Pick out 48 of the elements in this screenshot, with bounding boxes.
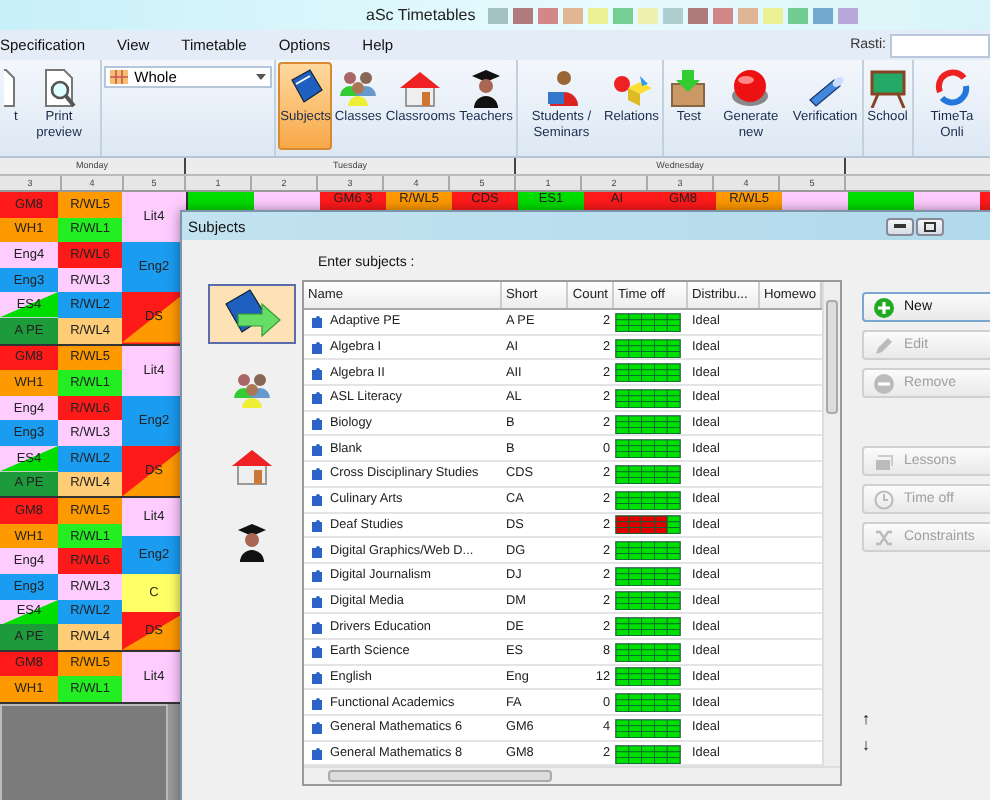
- house-icon: [398, 68, 443, 108]
- window-title: aSc Timetables: [366, 6, 476, 24]
- round-button-icon: [730, 68, 771, 108]
- people-icon: [232, 370, 272, 410]
- grid-icon: [110, 70, 129, 84]
- minimize-icon: [894, 224, 906, 228]
- search-field[interactable]: [890, 33, 990, 57]
- book-arrow-icon: [222, 288, 282, 340]
- box-arrow-icon: [668, 68, 709, 108]
- time-off-grid-drawing[interactable]: [614, 692, 682, 713]
- stack-icon: [874, 451, 894, 471]
- caret-icon: [256, 74, 267, 80]
- time-off-grid-drawing[interactable]: [614, 666, 682, 687]
- minimize-button[interactable]: [886, 217, 914, 235]
- time-off-grid-drawing[interactable]: [614, 590, 682, 611]
- graduate-icon: [468, 68, 505, 108]
- house-icon: [230, 446, 274, 486]
- time-off-grid-drawing[interactable]: [614, 565, 682, 586]
- time-off-grid-drawing[interactable]: [614, 463, 682, 484]
- minus-circle-icon: [874, 373, 894, 393]
- people-icon: [338, 68, 379, 108]
- time-off-grid-drawing[interactable]: [614, 311, 682, 332]
- time-off-grid-drawing[interactable]: [614, 438, 682, 459]
- move-button[interactable]: ↓: [862, 736, 878, 754]
- time-off-grid-drawing[interactable]: [614, 717, 682, 738]
- chalkboard-icon: [867, 68, 908, 108]
- arrows-circle-icon: [931, 68, 972, 108]
- graduate-icon: [234, 522, 270, 562]
- move-button[interactable]: ↑: [862, 710, 878, 728]
- time-off-grid-drawing[interactable]: [614, 413, 682, 434]
- horizontal-scrollbar[interactable]: [304, 766, 840, 784]
- magnifier-document-icon: [40, 68, 77, 108]
- time-off-grid-drawing[interactable]: [614, 362, 682, 383]
- plus-circle-icon: [874, 297, 894, 317]
- shuffle-icon: [874, 527, 894, 547]
- pencil-icon: [874, 335, 894, 355]
- time-off-grid-drawing[interactable]: [614, 743, 682, 764]
- time-off-grid-drawing[interactable]: [614, 540, 682, 561]
- vertical-scrollbar[interactable]: [822, 282, 840, 767]
- time-off-grid-drawing[interactable]: [614, 489, 682, 510]
- time-off-grid-drawing[interactable]: [614, 337, 682, 358]
- maximize-button[interactable]: [916, 217, 944, 235]
- time-off-grid-drawing[interactable]: [614, 514, 682, 535]
- clock-icon: [874, 489, 894, 509]
- time-off-grid-drawing[interactable]: [614, 387, 682, 408]
- maximize-icon: [924, 221, 936, 231]
- time-off-grid-drawing[interactable]: [614, 616, 682, 637]
- time-off-grid-drawing[interactable]: [614, 641, 682, 662]
